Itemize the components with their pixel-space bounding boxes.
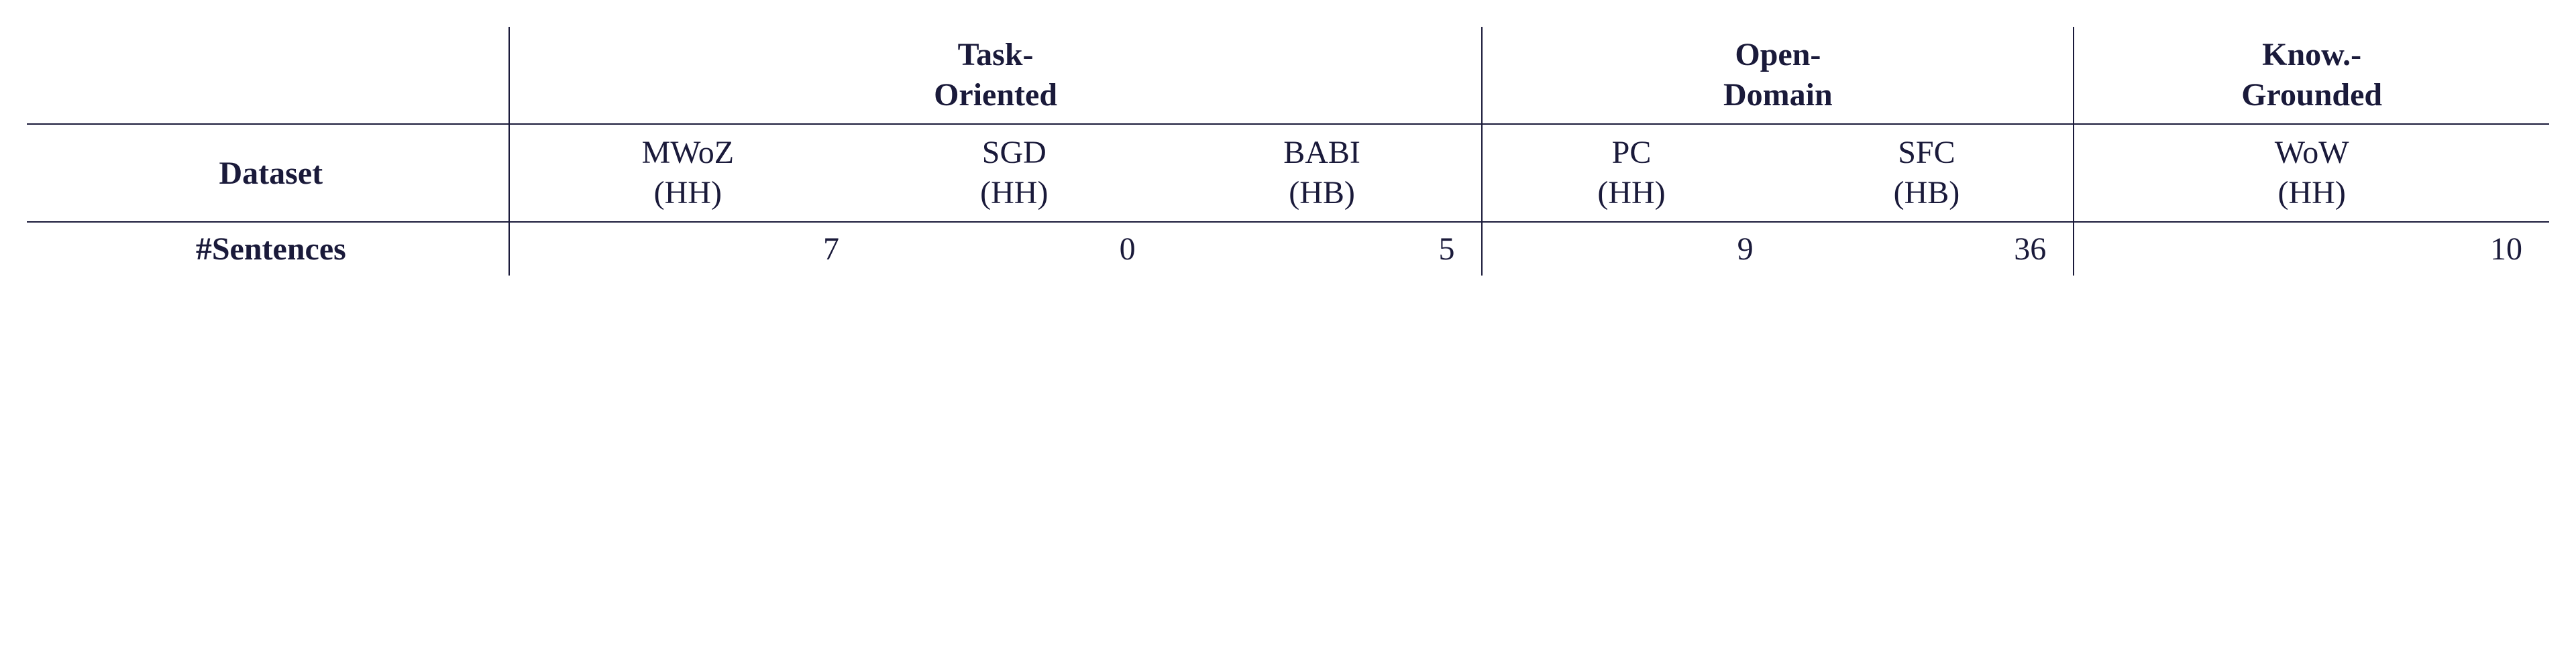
group-header-line2: Domain xyxy=(1723,77,1833,113)
header-corner-empty xyxy=(27,27,509,124)
col-annot: (HH) xyxy=(980,175,1048,211)
cell-wow: 10 xyxy=(2074,222,2549,276)
col-name: SFC xyxy=(1898,135,1955,170)
col-name: MWoZ xyxy=(642,135,734,170)
col-name: BABI xyxy=(1283,135,1360,170)
cell-babi: 5 xyxy=(1163,222,1483,276)
col-header-babi: BABI (HB) xyxy=(1163,124,1483,222)
col-header-mwoz: MWoZ (HH) xyxy=(509,124,866,222)
row-label-sentences: #Sentences xyxy=(27,222,509,276)
group-header-task-oriented: Task- Oriented xyxy=(509,27,1483,124)
col-annot: (HH) xyxy=(654,175,722,211)
group-header-open-domain: Open- Domain xyxy=(1482,27,2074,124)
col-header-pc: PC (HH) xyxy=(1482,124,1780,222)
cell-sfc: 36 xyxy=(1780,222,2074,276)
col-header-wow: WoW (HH) xyxy=(2074,124,2549,222)
group-header-know-grounded: Know.- Grounded xyxy=(2074,27,2549,124)
col-name: WoW xyxy=(2275,135,2349,170)
data-table: Task- Oriented Open- Domain Know.- Groun… xyxy=(27,27,2549,276)
cell-mwoz: 7 xyxy=(509,222,866,276)
row-label-dataset: Dataset xyxy=(27,124,509,222)
col-annot: (HB) xyxy=(1289,175,1355,211)
col-annot: (HH) xyxy=(1597,175,1665,211)
group-header-line2: Grounded xyxy=(2241,77,2382,113)
col-header-sgd: SGD (HH) xyxy=(866,124,1163,222)
group-header-line1: Open- xyxy=(1735,37,1821,72)
data-row-sentences: #Sentences 7 0 5 9 36 10 xyxy=(27,222,2549,276)
col-name: PC xyxy=(1612,135,1652,170)
group-header-row: Task- Oriented Open- Domain Know.- Groun… xyxy=(27,27,2549,124)
cell-sgd: 0 xyxy=(866,222,1163,276)
cell-pc: 9 xyxy=(1482,222,1780,276)
col-header-sfc: SFC (HB) xyxy=(1780,124,2074,222)
group-header-line1: Know.- xyxy=(2262,37,2361,72)
col-annot: (HH) xyxy=(2278,175,2346,211)
col-name: SGD xyxy=(982,135,1046,170)
dataset-header-row: Dataset MWoZ (HH) SGD (HH) BABI (HB) PC … xyxy=(27,124,2549,222)
group-header-line2: Oriented xyxy=(934,77,1057,113)
col-annot: (HB) xyxy=(1894,175,1960,211)
group-header-line1: Task- xyxy=(958,37,1034,72)
